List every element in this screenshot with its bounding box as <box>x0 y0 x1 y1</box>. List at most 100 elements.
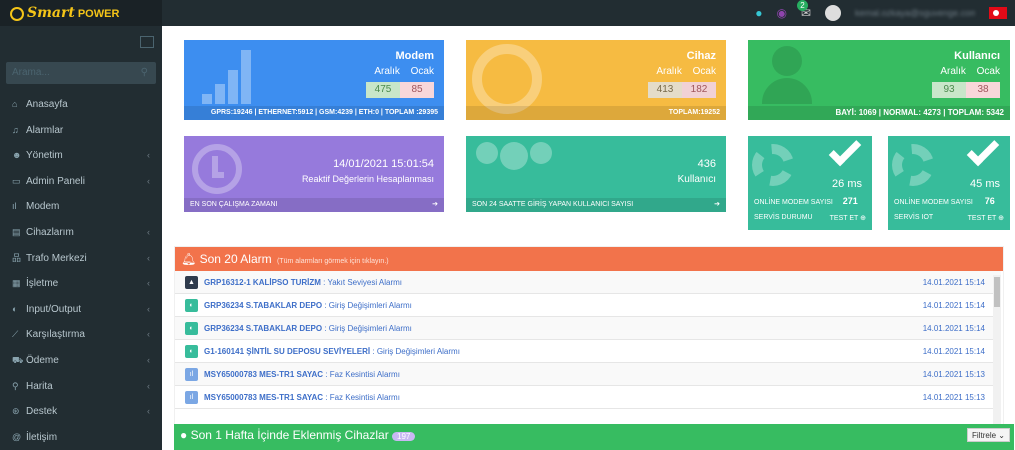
card-footer: SON 24 SAATTE GİRİŞ YAPAN KULLANICI SAYI… <box>466 198 726 212</box>
alarm-device[interactable]: GRP36234 S.TABAKLAR DEPO <box>204 301 322 310</box>
value-aralik: 413 <box>648 82 682 98</box>
notification-badge: 2 <box>796 0 808 11</box>
alarm-time: 14.01.2021 15:14 <box>922 301 985 310</box>
sidebar-item-label: Harita <box>26 380 53 392</box>
chevron-left-icon: ‹ <box>147 175 150 186</box>
map-pin-icon: ⚲ <box>12 380 19 391</box>
sidebar-item-label: İşletme <box>26 278 59 290</box>
sidebar-item-label: Admin Paneli <box>26 175 85 187</box>
chevron-left-icon: ‹ <box>147 252 150 263</box>
chevron-left-icon: ‹ <box>147 380 150 391</box>
online-modem-row: ONLİNE MODEM SAYISI 271 <box>754 196 858 206</box>
value-ocak: 85 <box>400 82 434 98</box>
card-title: Kullanıcı <box>954 50 1000 62</box>
arrow-right-icon: ➔ <box>432 201 438 208</box>
sidebar-item-label: Ödeme <box>26 354 59 366</box>
alarm-device[interactable]: MSY65000783 MES-TR1 SAYAC <box>204 370 323 379</box>
sidebar-item-10[interactable]: ⛟ Ödeme ‹ <box>0 348 162 374</box>
test-button[interactable]: TEST ET ⊕ <box>968 214 1004 222</box>
alarm-time: 14.01.2021 15:14 <box>922 324 985 333</box>
scrollbar[interactable] <box>993 275 1001 425</box>
cihaz-card[interactable]: Cihaz Aralık Ocak 413 182 TOPLAM:19252 <box>466 40 726 120</box>
filter-button[interactable]: Filtrele ⌄ <box>967 428 1010 442</box>
search-input[interactable]: Arama... ⚲ <box>6 62 156 84</box>
app-logo[interactable]: Smart POWER <box>0 0 162 26</box>
toggle-icon: ◐ <box>185 345 198 359</box>
alarm-row[interactable]: ◐ GRP36234 S.TABAKLAR DEPO : Giriş Değişi… <box>175 317 1001 340</box>
bell-icon: ♫ <box>12 124 19 135</box>
circle-icon: ● <box>180 428 188 442</box>
navbar-actions: ● ◉ ✉ 2 kemal.ozkaya@sguvenge.com <box>755 0 1015 26</box>
sidebar-item-7[interactable]: ▦ İşletme ‹ <box>0 271 162 297</box>
value-ocak: 182 <box>682 82 716 98</box>
sidebar-item-12[interactable]: ⊛ Destek ‹ <box>0 399 162 425</box>
alarm-time: 14.01.2021 15:13 <box>922 393 985 402</box>
signal-icon: ıl <box>12 201 17 212</box>
alarm-description: Giriş Değişimleri Alarmı <box>328 301 412 310</box>
toggle-icon: ◐ <box>185 299 198 313</box>
flask-icon: ▲ <box>185 276 198 290</box>
chart-icon: ⟋ <box>12 329 19 340</box>
sidebar-item-2[interactable]: ☻ Yönetim ‹ <box>0 143 162 169</box>
group-icon <box>476 142 552 170</box>
contact-icon: @ <box>12 431 22 442</box>
sidebar-item-label: Cihazlarım <box>26 226 74 238</box>
alarm-description: Giriş Değişimleri Alarmı <box>376 347 460 356</box>
sidebar-item-label: Modem <box>26 201 60 213</box>
alarm-row[interactable]: ıl MSY65000783 MES-TR1 SAYAC : Faz Kesint… <box>175 386 1001 409</box>
notification-icon[interactable]: ✉ 2 <box>796 0 811 20</box>
user-email[interactable]: kemal.ozkaya@sguvenge.com <box>855 8 975 18</box>
sidebar-item-0[interactable]: ⌂ Anasayfa <box>0 92 162 118</box>
eye-icon[interactable]: ● <box>755 6 762 20</box>
chevron-left-icon: ‹ <box>147 278 150 289</box>
users24-label: Kullanıcı <box>677 174 716 185</box>
alarm-hint[interactable]: (Tüm alarmları görmek için tıklayın.) <box>277 258 389 265</box>
sidebar-toggle-icon[interactable] <box>140 36 154 48</box>
turkey-flag-icon[interactable] <box>989 7 1007 19</box>
last-run-card[interactable]: 14/01/2021 15:01:54 Reaktif Değerlerin H… <box>184 136 444 212</box>
card-footer: BAYİ: 1069 | NORMAL: 4273 | TOPLAM: 5342 <box>748 106 1010 120</box>
alarm-time: 14.01.2021 15:13 <box>922 370 985 379</box>
alarm-device[interactable]: MSY65000783 MES-TR1 SAYAC <box>204 393 323 402</box>
alarm-device[interactable]: GRP16312-1 KALİPSO TURİZM <box>204 278 321 287</box>
sidebar-item-6[interactable]: 品 Trafo Merkezi ‹ <box>0 246 162 272</box>
alarm-header[interactable]: 🔔︎ Son 20 Alarm (Tüm alarmları görmek iç… <box>175 247 1003 271</box>
check-icon <box>966 136 1000 167</box>
sidebar-item-8[interactable]: ◐ Input/Output ‹ <box>0 297 162 323</box>
value-ocak: 38 <box>966 82 1000 98</box>
alarm-device[interactable]: GRP36234 S.TABAKLAR DEPO <box>204 324 322 333</box>
card-sublabels: Aralık Ocak <box>656 66 716 77</box>
sidebar-item-label: İletişim <box>26 431 58 443</box>
alarm-row[interactable]: ◐ GRP36234 S.TABAKLAR DEPO : Giriş Değişi… <box>175 294 1001 317</box>
sidebar-item-4[interactable]: ıl Modem <box>0 194 162 220</box>
service-iot-card[interactable]: 45 ms ONLİNE MODEM SAYISI 76 SERVİS IOT T… <box>888 136 1010 230</box>
service-status-card[interactable]: 26 ms ONLİNE MODEM SAYISI 271 SERVİS DUR… <box>748 136 872 230</box>
clock-icon <box>192 144 242 194</box>
alarm-row[interactable]: ◐ G1-160141 ŞİNTİL SU DEPOSU SEVİYELERİ :… <box>175 340 1001 363</box>
sidebar-item-11[interactable]: ⚲ Harita ‹ <box>0 374 162 400</box>
building-icon: ▦ <box>12 278 21 289</box>
scroll-thumb[interactable] <box>994 277 1000 307</box>
sidebar-item-3[interactable]: ▭ Admin Paneli ‹ <box>0 169 162 195</box>
cart-icon: ⛟ <box>12 354 24 365</box>
alarm-description: Giriş Değişimleri Alarmı <box>328 324 412 333</box>
test-button[interactable]: TEST ET ⊕ <box>830 214 866 222</box>
sidebar-item-5[interactable]: ▤ Cihazlarım ‹ <box>0 220 162 246</box>
kullanici-card[interactable]: Kullanıcı Aralık Ocak 93 38 BAYİ: 1069 |… <box>748 40 1010 120</box>
alarm-row[interactable]: ıl MSY65000783 MES-TR1 SAYAC : Faz Kesint… <box>175 363 1001 386</box>
chevron-left-icon: ‹ <box>147 303 150 314</box>
sidebar-item-9[interactable]: ⟋ Karşılaştırma ‹ <box>0 322 162 348</box>
sidebar-item-1[interactable]: ♫ Alarmlar <box>0 118 162 144</box>
alarm-panel: 🔔︎ Son 20 Alarm (Tüm alarmları görmek iç… <box>174 246 1004 434</box>
toggle-icon: ◐ <box>12 303 18 314</box>
rss-icon[interactable]: ◉ <box>776 6 786 20</box>
search-icon[interactable]: ⚲ <box>141 62 148 84</box>
chevron-left-icon: ‹ <box>147 329 150 340</box>
alarm-device[interactable]: G1-160141 ŞİNTİL SU DEPOSU SEVİYELERİ <box>204 347 370 356</box>
modem-card[interactable]: Modem Aralık Ocak 475 85 GPRS:19246 | ET… <box>184 40 444 120</box>
card-title: Modem <box>395 50 435 62</box>
alarm-row[interactable]: ▲ GRP16312-1 KALİPSO TURİZM : Yakıt Seviy… <box>175 271 1001 294</box>
avatar[interactable] <box>825 5 841 21</box>
sidebar-item-13[interactable]: @ İletişim <box>0 425 162 450</box>
users24-card[interactable]: 436 Kullanıcı SON 24 SAATTE GİRİŞ YAPAN … <box>466 136 726 212</box>
